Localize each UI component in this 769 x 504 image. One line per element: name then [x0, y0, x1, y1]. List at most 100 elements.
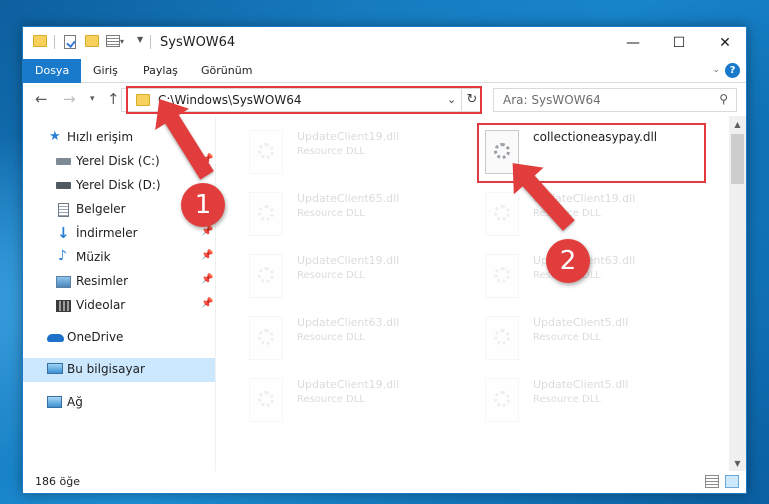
- new-folder-icon[interactable]: [85, 35, 99, 47]
- status-bar: 186 öğe: [23, 471, 746, 493]
- maximize-button[interactable]: ☐: [656, 27, 702, 59]
- scroll-up-arrow-icon[interactable]: ▲: [729, 116, 746, 133]
- properties-check-icon[interactable]: [64, 35, 76, 49]
- dll-file-icon: [485, 316, 519, 360]
- list-item[interactable]: UpdateClient19.dll Resource DLL: [233, 122, 463, 182]
- scrollbar-thumb[interactable]: [731, 134, 744, 184]
- sidebar-item-network[interactable]: Ağ: [23, 391, 215, 415]
- drive-icon: [56, 158, 71, 165]
- file-name: UpdateClient5.dll: [533, 378, 629, 391]
- documents-icon: [58, 203, 69, 217]
- dll-file-icon: [249, 130, 283, 174]
- dll-file-icon: [485, 192, 519, 236]
- file-type: Resource DLL: [533, 394, 601, 405]
- title-bar: ▾ ▼ SysWOW64 — ☐ ✕: [23, 27, 746, 59]
- back-arrow-icon[interactable]: ←: [35, 90, 48, 108]
- star-icon: ★: [49, 129, 61, 144]
- pin-icon[interactable]: 📌: [201, 274, 213, 285]
- separator: [54, 35, 55, 49]
- tab-view[interactable]: Görünüm: [201, 59, 252, 83]
- list-item[interactable]: UpdateClient63.dll Resource DLL: [233, 308, 463, 368]
- file-type: Resource DLL: [533, 332, 601, 343]
- sidebar-item-onedrive[interactable]: OneDrive: [23, 326, 215, 350]
- list-item[interactable]: UpdateClient19.dll Resource DLL: [233, 246, 463, 306]
- step-badge-1: 1: [181, 183, 225, 227]
- videos-icon: [56, 300, 71, 312]
- drive-icon: [56, 182, 71, 189]
- download-icon: ↓: [57, 224, 70, 242]
- tab-share[interactable]: Paylaş: [143, 59, 178, 83]
- expand-ribbon-chevron-icon[interactable]: ⌄: [712, 65, 720, 75]
- list-item[interactable]: UpdateClient65.dll Resource DLL: [233, 184, 463, 244]
- vertical-scrollbar[interactable]: ▲ ▼: [729, 116, 746, 472]
- navigation-pane: ★ Hızlı erişim Yerel Disk (C:) 📌 Yerel D…: [23, 116, 215, 472]
- file-name: UpdateClient19.dll: [297, 378, 400, 391]
- sidebar-item-label: Videolar: [76, 298, 126, 312]
- sidebar-item-label: Yerel Disk (D:): [76, 178, 161, 192]
- file-type: Resource DLL: [297, 332, 365, 343]
- step-badge-2: 2: [546, 239, 590, 283]
- file-name: UpdateClient5.dll: [533, 316, 629, 329]
- close-button[interactable]: ✕: [702, 27, 748, 59]
- list-item[interactable]: UpdateClient5.dll Resource DLL: [469, 370, 699, 430]
- separator: [150, 35, 151, 49]
- file-name: UpdateClient63.dll: [297, 316, 400, 329]
- tab-file[interactable]: Dosya: [23, 59, 82, 83]
- list-item[interactable]: UpdateClient19.dll Resource DLL: [469, 184, 699, 244]
- search-input[interactable]: Ara: SysWOW64: [503, 93, 601, 107]
- sidebar-item-label: Yerel Disk (C:): [76, 154, 160, 168]
- dll-file-icon: [485, 254, 519, 298]
- scroll-down-arrow-icon[interactable]: ▼: [729, 455, 746, 472]
- sidebar-item-downloads[interactable]: ↓ İndirmeler 📌: [23, 222, 215, 246]
- window-title: SysWOW64: [160, 35, 236, 50]
- tab-home[interactable]: Giriş: [93, 59, 118, 83]
- sidebar-item-label: İndirmeler: [76, 226, 138, 240]
- file-type: Resource DLL: [297, 394, 365, 405]
- forward-arrow-icon[interactable]: →: [63, 90, 76, 108]
- pictures-icon: [56, 276, 71, 288]
- computer-icon: [47, 363, 63, 374]
- file-name: UpdateClient19.dll: [297, 254, 400, 267]
- sidebar-item-label: Ağ: [67, 395, 83, 409]
- sidebar-item-videos[interactable]: Videolar 📌: [23, 294, 215, 318]
- sidebar-item-music[interactable]: ♪ Müzik 📌: [23, 246, 215, 270]
- file-type: Resource DLL: [297, 208, 365, 219]
- help-icon[interactable]: ?: [725, 63, 740, 78]
- list-item[interactable]: UpdateClient19.dll Resource DLL: [233, 370, 463, 430]
- quick-access-toolbar-dropdown-icon[interactable]: ▼: [137, 35, 143, 44]
- sidebar-item-label: OneDrive: [67, 330, 124, 344]
- dll-file-icon: [249, 254, 283, 298]
- pin-icon[interactable]: 📌: [201, 250, 213, 261]
- sidebar-item-label: Belgeler: [76, 202, 126, 216]
- file-name: UpdateClient65.dll: [297, 192, 400, 205]
- pin-icon[interactable]: 📌: [201, 226, 213, 237]
- onedrive-icon: [47, 334, 64, 342]
- pin-icon[interactable]: 📌: [201, 298, 213, 309]
- dll-file-icon: [249, 316, 283, 360]
- folder-icon: [33, 35, 47, 47]
- sidebar-item-label: Resimler: [76, 274, 129, 288]
- layout-icon[interactable]: ▾: [106, 35, 124, 47]
- music-icon: ♪: [58, 248, 67, 264]
- sidebar-item-label: Bu bilgisayar: [67, 362, 145, 376]
- network-icon: [47, 396, 62, 408]
- sidebar-item-this-pc[interactable]: Bu bilgisayar: [23, 358, 215, 382]
- list-item[interactable]: UpdateClient5.dll Resource DLL: [469, 308, 699, 368]
- sidebar-item-pictures[interactable]: Resimler 📌: [23, 270, 215, 294]
- minimize-button[interactable]: —: [610, 27, 656, 59]
- dll-file-icon: [249, 192, 283, 236]
- item-count: 186 öğe: [35, 475, 80, 488]
- search-icon: ⚲: [719, 92, 728, 106]
- pane-divider[interactable]: [215, 116, 216, 472]
- dll-file-icon: [485, 378, 519, 422]
- large-icons-view-icon[interactable]: [725, 475, 739, 488]
- recent-locations-chevron-icon[interactable]: ▾: [90, 94, 95, 104]
- details-view-icon[interactable]: [705, 475, 719, 488]
- ribbon-tabs: Dosya Giriş Paylaş Görünüm ⌄ ?: [23, 59, 746, 83]
- sidebar-item-label: Hızlı erişim: [67, 130, 134, 144]
- search-box[interactable]: Ara: SysWOW64 ⚲: [493, 88, 737, 112]
- up-arrow-icon[interactable]: ↑: [107, 90, 120, 108]
- sidebar-item-label: Müzik: [76, 250, 111, 264]
- dll-file-icon: [249, 378, 283, 422]
- file-type: Resource DLL: [297, 270, 365, 281]
